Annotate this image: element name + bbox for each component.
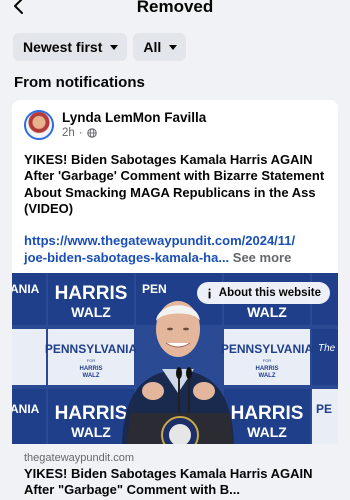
sign-text: ANIA xyxy=(12,402,40,416)
top-bar: Removed xyxy=(0,0,350,22)
sign-text: HARRIS xyxy=(255,366,278,372)
sign-text: FOR xyxy=(263,358,272,363)
sort-dropdown[interactable]: Newest first xyxy=(13,33,128,61)
sign-text: HARRIS xyxy=(55,283,128,304)
post-meta: 2h · xyxy=(62,127,97,139)
sign-text: HARRIS xyxy=(55,403,128,424)
meta-separator: · xyxy=(78,127,83,139)
post-time[interactable]: 2h xyxy=(62,127,75,139)
sign-text: ANIA xyxy=(12,282,40,296)
about-this-website-button[interactable]: About this website xyxy=(196,282,330,304)
sign-text: WALZ xyxy=(247,304,287,320)
sign-text: WALZ xyxy=(71,424,111,440)
filter-bar: Newest first All xyxy=(13,33,187,61)
sign-text: FOR xyxy=(87,358,96,363)
scope-label: All xyxy=(143,39,162,55)
info-icon xyxy=(208,288,211,298)
post-text: YIKES! Biden Sabotages Kamala Harris AGA… xyxy=(24,152,325,216)
avatar[interactable] xyxy=(24,110,54,140)
sign-text: WALZ xyxy=(83,373,100,379)
post-card: Lynda LemMon Favilla 2h · YIKES! Biden S… xyxy=(12,100,338,500)
sign-text: The xyxy=(318,343,336,354)
link-line-2[interactable]: joe-biden-sabotages-kamala-ha... xyxy=(24,250,229,265)
sign-text: WALZ xyxy=(71,304,111,320)
section-heading: From notifications xyxy=(14,74,145,91)
scope-dropdown[interactable]: All xyxy=(133,33,187,61)
link-line-1[interactable]: https://www.thegatewaypundit.com/2024/11… xyxy=(24,232,328,249)
author-name[interactable]: Lynda LemMon Favilla xyxy=(62,110,206,125)
see-more-link[interactable]: See more xyxy=(229,250,292,265)
sort-label: Newest first xyxy=(23,39,103,55)
about-label: About this website xyxy=(218,287,321,299)
page-title: Removed xyxy=(136,0,214,16)
link-preview-image[interactable]: ANIA HARRIS WALZ PEN WALZ PENNSYLVANIA F… xyxy=(12,273,338,444)
caret-down-icon xyxy=(169,44,178,50)
sign-text: HARRIS xyxy=(79,366,102,372)
preview-domain: thegatewaypundit.com xyxy=(24,452,135,464)
sign-text: WALZ xyxy=(247,424,287,440)
caret-down-icon xyxy=(110,44,119,50)
post-link[interactable]: https://www.thegatewaypundit.com/2024/11… xyxy=(24,232,328,266)
sign-text: PENNSYLVANIA xyxy=(221,342,314,356)
link-preview-footer[interactable]: thegatewaypundit.com YIKES! Biden Sabota… xyxy=(12,444,338,500)
globe-icon xyxy=(86,128,97,138)
sign-text: HARRIS xyxy=(231,403,304,424)
sign-text: PE xyxy=(316,402,332,416)
sign-text: WALZ xyxy=(259,373,276,379)
sign-text: PEN xyxy=(142,282,167,296)
sign-text: PENNSYLVANIA xyxy=(45,342,138,356)
preview-title: YIKES! Biden Sabotages Kamala Harris AGA… xyxy=(24,466,313,497)
